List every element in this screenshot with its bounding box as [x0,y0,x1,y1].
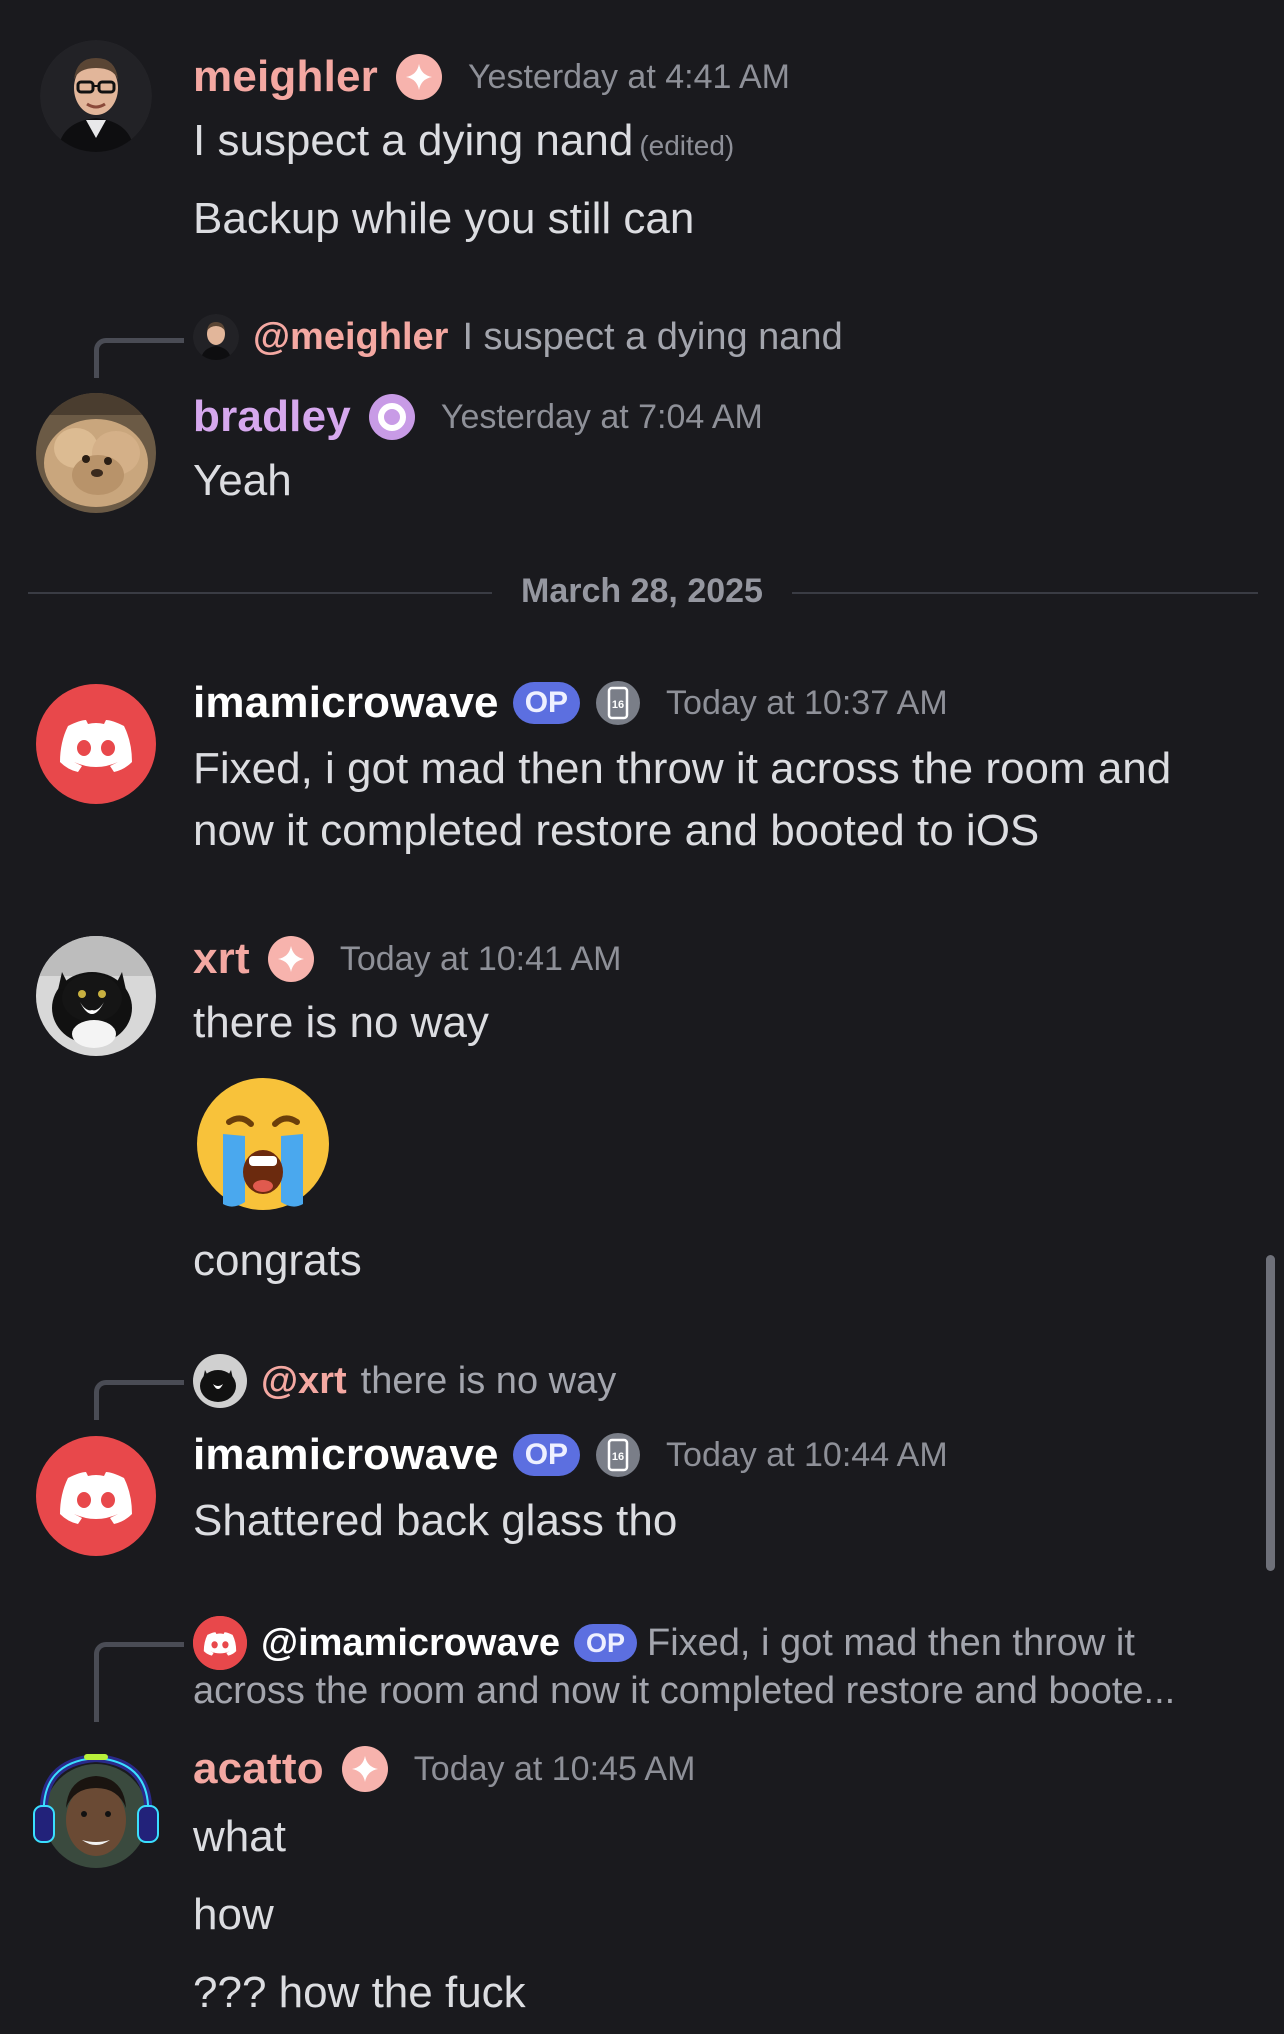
phone-icon: 16 [596,681,641,725]
message-text: there is no way [193,998,489,1047]
sparkle-icon [396,54,442,100]
timestamp: Today at 10:44 AM [666,1435,948,1474]
message-text: I suspect a dying nand [193,116,634,165]
sparkle-icon [267,936,314,982]
date-divider: March 28, 2025 [492,572,792,611]
avatar-meighler[interactable] [40,40,152,152]
avatar-acatto[interactable] [26,1748,166,1872]
sparkle-icon [341,1746,388,1792]
timestamp: Yesterday at 4:41 AM [468,57,790,96]
message-text: Fixed, i got mad then throw it across th… [193,744,1172,793]
ring-icon [368,394,415,440]
message-text: congrats [193,1236,362,1285]
loudly-crying-emoji [193,1074,333,1214]
avatar-xrt[interactable] [36,936,156,1056]
chat-message-list[interactable]: meighler Yesterday at 4:41 AM I suspect … [0,0,1284,2034]
message-text: how [193,1890,274,1939]
reply-avatar [193,1354,247,1408]
message-text: Backup while you still can [193,194,695,243]
avatar-imamicrowave[interactable] [36,684,156,804]
avatar-bradley[interactable] [36,393,156,513]
reply-preview-line2[interactable]: across the room and now it completed res… [193,1670,1175,1713]
message-text: now it completed restore and booted to i… [193,806,1040,855]
avatar-imamicrowave[interactable] [36,1436,156,1556]
reply-connector [94,338,184,378]
reply-text: across the room and now it completed res… [193,1670,1176,1712]
op-badge: OP [573,1624,637,1662]
reply-connector [94,1642,184,1722]
op-badge: OP [512,1434,581,1476]
reply-text: there is no way [360,1359,617,1402]
reply-mention[interactable]: @imamicrowave [261,1622,560,1665]
username[interactable]: imamicrowave [193,678,499,728]
timestamp: Today at 10:45 AM [413,1749,696,1788]
reply-text: I suspect a dying nand [462,315,843,358]
reply-mention[interactable]: @xrt [261,1360,347,1403]
timestamp: Today at 10:37 AM [666,683,948,722]
username[interactable]: bradley [193,392,351,442]
reply-mention[interactable]: @meighler [253,316,448,359]
op-badge: OP [512,682,581,724]
reply-preview[interactable]: @xrt there is no way [193,1354,616,1408]
username[interactable]: acatto [193,1744,324,1794]
reply-avatar [193,1616,247,1670]
message-text: Shattered back glass tho [193,1496,678,1545]
message-line: I suspect a dying nand (edited) [193,116,734,166]
phone-icon: 16 [596,1433,641,1477]
message-text: what [193,1812,286,1861]
edited-label: (edited) [639,130,735,161]
reply-avatar [193,314,239,360]
device-badge-text: 16 [612,699,624,711]
scrollbar[interactable] [1266,1255,1275,1571]
message-text: Yeah [193,456,292,505]
username[interactable]: meighler [193,52,378,102]
timestamp: Yesterday at 7:04 AM [440,397,763,436]
username[interactable]: xrt [193,934,250,984]
username[interactable]: imamicrowave [193,1430,499,1480]
reply-preview[interactable]: @meighler I suspect a dying nand [193,314,843,360]
timestamp: Today at 10:41 AM [339,939,622,978]
reply-connector [94,1380,184,1420]
device-badge-text: 16 [612,1451,624,1463]
reply-text: Fixed, i got mad then throw it [647,1621,1135,1664]
reply-preview[interactable]: @imamicrowave OP Fixed, i got mad then t… [193,1616,1135,1670]
message-text: ??? how the fuck [193,1968,526,2017]
